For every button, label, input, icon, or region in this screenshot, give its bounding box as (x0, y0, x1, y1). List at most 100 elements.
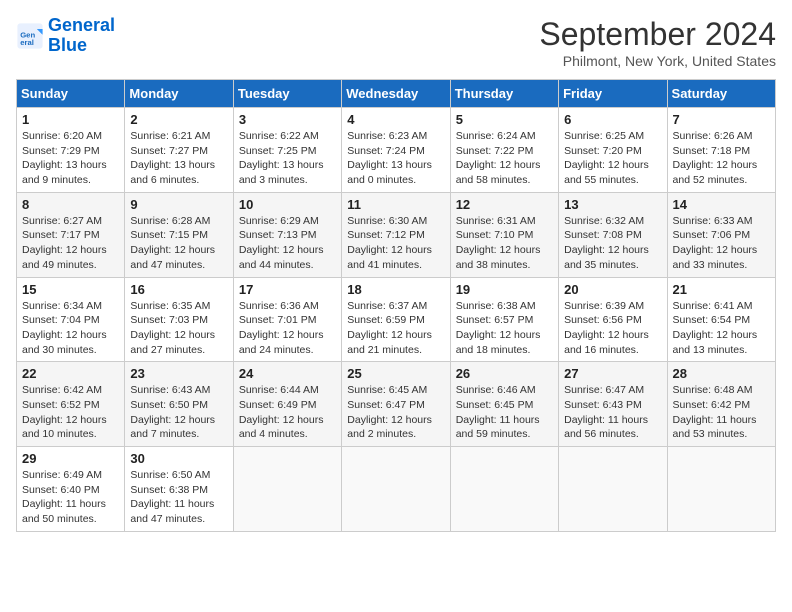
day-info: Sunrise: 6:24 AMSunset: 7:22 PMDaylight:… (456, 129, 553, 188)
day-number: 3 (239, 112, 336, 127)
calendar-cell: 17 Sunrise: 6:36 AMSunset: 7:01 PMDayligh… (233, 277, 341, 362)
day-number: 7 (673, 112, 770, 127)
day-info: Sunrise: 6:27 AMSunset: 7:17 PMDaylight:… (22, 214, 119, 273)
day-info: Sunrise: 6:36 AMSunset: 7:01 PMDaylight:… (239, 299, 336, 358)
calendar-week-3: 15 Sunrise: 6:34 AMSunset: 7:04 PMDayligh… (17, 277, 776, 362)
calendar-cell (450, 447, 558, 532)
calendar-cell: 19 Sunrise: 6:38 AMSunset: 6:57 PMDayligh… (450, 277, 558, 362)
day-number: 14 (673, 197, 770, 212)
month-title: September 2024 (539, 16, 776, 53)
calendar-cell: 18 Sunrise: 6:37 AMSunset: 6:59 PMDayligh… (342, 277, 450, 362)
calendar-week-5: 29 Sunrise: 6:49 AMSunset: 6:40 PMDayligh… (17, 447, 776, 532)
day-info: Sunrise: 6:25 AMSunset: 7:20 PMDaylight:… (564, 129, 661, 188)
day-number: 18 (347, 282, 444, 297)
day-info: Sunrise: 6:49 AMSunset: 6:40 PMDaylight:… (22, 468, 119, 527)
day-number: 16 (130, 282, 227, 297)
calendar-cell: 1Sunrise: 6:20 AMSunset: 7:29 PMDaylight… (17, 108, 125, 193)
calendar-cell: 5 Sunrise: 6:24 AMSunset: 7:22 PMDaylight… (450, 108, 558, 193)
column-header-thursday: Thursday (450, 80, 558, 108)
day-info: Sunrise: 6:43 AMSunset: 6:50 PMDaylight:… (130, 383, 227, 442)
page-header: Gen eral General Blue September 2024 Phi… (16, 16, 776, 69)
day-info: Sunrise: 6:22 AMSunset: 7:25 PMDaylight:… (239, 129, 336, 188)
calendar-cell: 11 Sunrise: 6:30 AMSunset: 7:12 PMDayligh… (342, 192, 450, 277)
column-header-monday: Monday (125, 80, 233, 108)
day-number: 6 (564, 112, 661, 127)
calendar-header-row: SundayMondayTuesdayWednesdayThursdayFrid… (17, 80, 776, 108)
day-number: 28 (673, 366, 770, 381)
calendar-cell: 15 Sunrise: 6:34 AMSunset: 7:04 PMDayligh… (17, 277, 125, 362)
day-number: 25 (347, 366, 444, 381)
calendar-cell: 28 Sunrise: 6:48 AMSunset: 6:42 PMDayligh… (667, 362, 775, 447)
day-number: 15 (22, 282, 119, 297)
calendar-cell: 13Sunrise: 6:32 AMSunset: 7:08 PMDayligh… (559, 192, 667, 277)
logo-text: General Blue (48, 16, 115, 56)
calendar-cell: 21Sunrise: 6:41 AMSunset: 6:54 PMDayligh… (667, 277, 775, 362)
day-info: Sunrise: 6:48 AMSunset: 6:42 PMDaylight:… (673, 383, 770, 442)
day-number: 17 (239, 282, 336, 297)
calendar-cell (667, 447, 775, 532)
column-header-wednesday: Wednesday (342, 80, 450, 108)
svg-text:eral: eral (20, 38, 34, 47)
calendar-cell: 8 Sunrise: 6:27 AMSunset: 7:17 PMDaylight… (17, 192, 125, 277)
day-info: Sunrise: 6:30 AMSunset: 7:12 PMDaylight:… (347, 214, 444, 273)
column-header-saturday: Saturday (667, 80, 775, 108)
day-info: Sunrise: 6:46 AMSunset: 6:45 PMDaylight:… (456, 383, 553, 442)
day-info: Sunrise: 6:26 AMSunset: 7:18 PMDaylight:… (673, 129, 770, 188)
calendar-cell: 22 Sunrise: 6:42 AMSunset: 6:52 PMDayligh… (17, 362, 125, 447)
calendar-cell (233, 447, 341, 532)
calendar-cell: 29 Sunrise: 6:49 AMSunset: 6:40 PMDayligh… (17, 447, 125, 532)
calendar-cell: 12Sunrise: 6:31 AMSunset: 7:10 PMDayligh… (450, 192, 558, 277)
calendar-cell: 2Sunrise: 6:21 AMSunset: 7:27 PMDaylight… (125, 108, 233, 193)
day-number: 11 (347, 197, 444, 212)
calendar-cell: 23Sunrise: 6:43 AMSunset: 6:50 PMDayligh… (125, 362, 233, 447)
column-header-sunday: Sunday (17, 80, 125, 108)
calendar-cell: 26 Sunrise: 6:46 AMSunset: 6:45 PMDayligh… (450, 362, 558, 447)
day-number: 19 (456, 282, 553, 297)
day-info: Sunrise: 6:50 AMSunset: 6:38 PMDaylight:… (130, 468, 227, 527)
day-number: 24 (239, 366, 336, 381)
day-info: Sunrise: 6:28 AMSunset: 7:15 PMDaylight:… (130, 214, 227, 273)
day-number: 10 (239, 197, 336, 212)
day-number: 8 (22, 197, 119, 212)
day-number: 5 (456, 112, 553, 127)
column-header-tuesday: Tuesday (233, 80, 341, 108)
location-subtitle: Philmont, New York, United States (539, 53, 776, 69)
day-info: Sunrise: 6:31 AMSunset: 7:10 PMDaylight:… (456, 214, 553, 273)
calendar-cell: 3 Sunrise: 6:22 AMSunset: 7:25 PMDaylight… (233, 108, 341, 193)
day-number: 30 (130, 451, 227, 466)
day-info: Sunrise: 6:38 AMSunset: 6:57 PMDaylight:… (456, 299, 553, 358)
title-block: September 2024 Philmont, New York, Unite… (539, 16, 776, 69)
day-number: 29 (22, 451, 119, 466)
day-number: 2 (130, 112, 227, 127)
day-number: 4 (347, 112, 444, 127)
calendar-cell: 24 Sunrise: 6:44 AMSunset: 6:49 PMDayligh… (233, 362, 341, 447)
calendar-cell (342, 447, 450, 532)
day-info: Sunrise: 6:37 AMSunset: 6:59 PMDaylight:… (347, 299, 444, 358)
day-number: 22 (22, 366, 119, 381)
calendar-cell: 30 Sunrise: 6:50 AMSunset: 6:38 PMDayligh… (125, 447, 233, 532)
day-number: 27 (564, 366, 661, 381)
calendar-cell: 16 Sunrise: 6:35 AMSunset: 7:03 PMDayligh… (125, 277, 233, 362)
day-number: 1 (22, 112, 119, 127)
day-info: Sunrise: 6:42 AMSunset: 6:52 PMDaylight:… (22, 383, 119, 442)
day-number: 26 (456, 366, 553, 381)
logo: Gen eral General Blue (16, 16, 115, 56)
day-info: Sunrise: 6:33 AMSunset: 7:06 PMDaylight:… (673, 214, 770, 273)
day-info: Sunrise: 6:23 AMSunset: 7:24 PMDaylight:… (347, 129, 444, 188)
day-info: Sunrise: 6:39 AMSunset: 6:56 PMDaylight:… (564, 299, 661, 358)
day-number: 20 (564, 282, 661, 297)
calendar-cell: 25 Sunrise: 6:45 AMSunset: 6:47 PMDayligh… (342, 362, 450, 447)
calendar-cell: 14 Sunrise: 6:33 AMSunset: 7:06 PMDayligh… (667, 192, 775, 277)
day-info: Sunrise: 6:35 AMSunset: 7:03 PMDaylight:… (130, 299, 227, 358)
calendar-table: SundayMondayTuesdayWednesdayThursdayFrid… (16, 79, 776, 532)
calendar-cell: 6 Sunrise: 6:25 AMSunset: 7:20 PMDaylight… (559, 108, 667, 193)
day-info: Sunrise: 6:32 AMSunset: 7:08 PMDaylight:… (564, 214, 661, 273)
day-info: Sunrise: 6:45 AMSunset: 6:47 PMDaylight:… (347, 383, 444, 442)
day-info: Sunrise: 6:29 AMSunset: 7:13 PMDaylight:… (239, 214, 336, 273)
day-info: Sunrise: 6:41 AMSunset: 6:54 PMDaylight:… (673, 299, 770, 358)
calendar-cell: 27Sunrise: 6:47 AMSunset: 6:43 PMDayligh… (559, 362, 667, 447)
calendar-cell: 4 Sunrise: 6:23 AMSunset: 7:24 PMDaylight… (342, 108, 450, 193)
day-info: Sunrise: 6:44 AMSunset: 6:49 PMDaylight:… (239, 383, 336, 442)
day-info: Sunrise: 6:34 AMSunset: 7:04 PMDaylight:… (22, 299, 119, 358)
calendar-week-4: 22 Sunrise: 6:42 AMSunset: 6:52 PMDayligh… (17, 362, 776, 447)
